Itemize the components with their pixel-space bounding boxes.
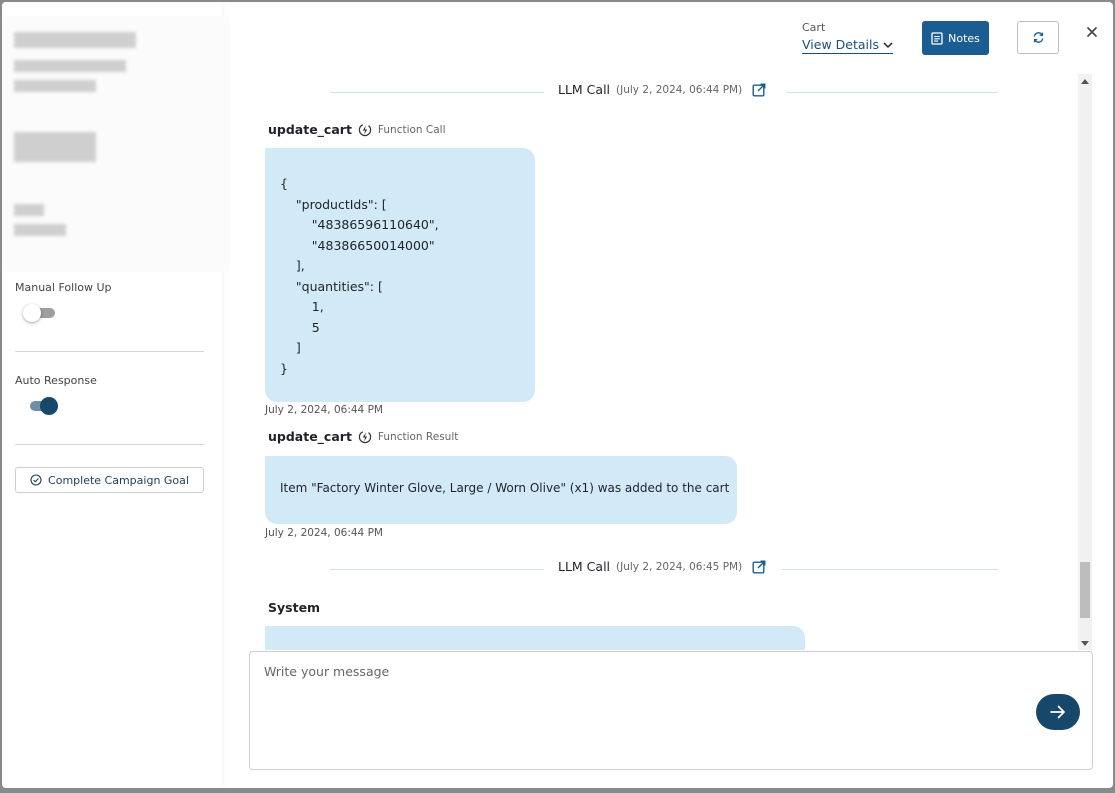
scroll-down-arrow[interactable] (1081, 641, 1089, 646)
llm-call-title: LLM Call (558, 559, 611, 574)
code-line: { (280, 176, 288, 191)
system-sender: System (268, 600, 321, 615)
manual-follow-up-label: Manual Follow Up (15, 281, 112, 294)
message-composer (249, 651, 1093, 770)
toggle-knob (23, 304, 41, 322)
scroll-thumb[interactable] (1080, 562, 1090, 618)
llm-call-time: (July 2, 2024, 06:44 PM) (616, 83, 743, 96)
check-circle-icon (30, 474, 42, 486)
chevron-down-icon (883, 41, 893, 48)
external-link-icon[interactable] (752, 83, 766, 97)
llm-call-separator: LLM Call (July 2, 2024, 06:44 PM) (330, 82, 998, 102)
scroll-up-arrow[interactable] (1081, 79, 1089, 84)
left-panel: Manual Follow Up Auto Response Complete … (2, 2, 230, 788)
function-result-text: Item "Factory Winter Glove, Large / Worn… (280, 481, 730, 495)
llm-call-time: (July 2, 2024, 06:45 PM) (616, 560, 743, 573)
redacted-text (14, 80, 96, 92)
complete-campaign-goal-button[interactable]: Complete Campaign Goal (15, 467, 204, 493)
chat-messages[interactable]: LLM Call (July 2, 2024, 06:44 PM) update… (248, 74, 1078, 650)
function-bolt-icon (358, 123, 372, 136)
notes-label: Notes (948, 31, 980, 45)
function-call-bubble: { "productIds": [ "48386596110640", "483… (265, 148, 535, 402)
code-line: "productIds": [ (280, 196, 387, 212)
refresh-button[interactable] (1017, 21, 1059, 54)
function-name: update_cart (268, 429, 352, 444)
llm-call-header: LLM Call (July 2, 2024, 06:45 PM) (558, 559, 766, 574)
external-link-icon[interactable] (752, 560, 766, 574)
separator-line (786, 92, 998, 93)
function-result-header: update_cart Function Result (268, 429, 458, 444)
manual-follow-up-toggle[interactable] (23, 303, 57, 323)
notes-icon (931, 31, 943, 45)
message-timestamp: July 2, 2024, 06:44 PM (265, 527, 383, 539)
complete-campaign-goal-label: Complete Campaign Goal (48, 473, 189, 487)
function-bolt-icon (358, 430, 372, 443)
close-icon (1086, 26, 1098, 38)
system-message-header: System (268, 600, 320, 615)
chat-modal: Manual Follow Up Auto Response Complete … (2, 2, 1113, 788)
divider (15, 351, 204, 352)
code-line: "quantities": [ (280, 278, 383, 294)
divider (15, 444, 204, 445)
auto-response-toggle[interactable] (24, 396, 58, 416)
redacted-text (14, 32, 136, 48)
notes-button[interactable]: Notes (922, 21, 989, 55)
chat-scrollbar[interactable] (1078, 74, 1092, 650)
llm-call-separator: LLM Call (July 2, 2024, 06:45 PM) (330, 559, 998, 579)
message-timestamp: July 2, 2024, 06:44 PM (265, 404, 383, 416)
code-line: "48386650014000" (280, 237, 435, 253)
code-line: 5 (280, 319, 320, 335)
function-type: Function Result (377, 430, 459, 443)
function-result-bubble: Item "Factory Winter Glove, Large / Worn… (265, 456, 737, 524)
separator-line (330, 569, 544, 570)
code-line: 1, (280, 299, 324, 314)
code-line: } (280, 360, 288, 376)
separator-line (782, 569, 998, 570)
code-line: "48386596110640", (280, 217, 439, 232)
llm-call-header: LLM Call (July 2, 2024, 06:44 PM) (558, 82, 766, 97)
auto-response-label: Auto Response (15, 374, 97, 387)
view-details-link[interactable]: View Details (802, 37, 893, 54)
message-input[interactable] (264, 664, 1024, 704)
cart-label: Cart (802, 21, 826, 34)
llm-call-title: LLM Call (558, 82, 611, 97)
code-line: ], (280, 258, 305, 273)
system-message-bubble (265, 626, 805, 650)
toggle-knob (40, 397, 58, 415)
redacted-text (14, 204, 44, 216)
redacted-text (14, 60, 126, 72)
close-button[interactable] (1082, 22, 1102, 42)
view-details-label: View Details (802, 37, 879, 52)
separator-line (330, 92, 544, 93)
arrow-right-icon (1050, 705, 1065, 719)
code-line: ] (280, 340, 301, 355)
redacted-text (14, 132, 96, 162)
cart-section: Cart View Details (802, 21, 893, 54)
redacted-customer-info (2, 16, 230, 272)
function-call-header: update_cart Function Call (268, 122, 446, 137)
redacted-text (14, 224, 66, 236)
refresh-icon (1033, 32, 1043, 43)
function-type: Function Call (377, 123, 446, 136)
function-name: update_cart (268, 122, 352, 137)
send-button[interactable] (1036, 694, 1080, 730)
